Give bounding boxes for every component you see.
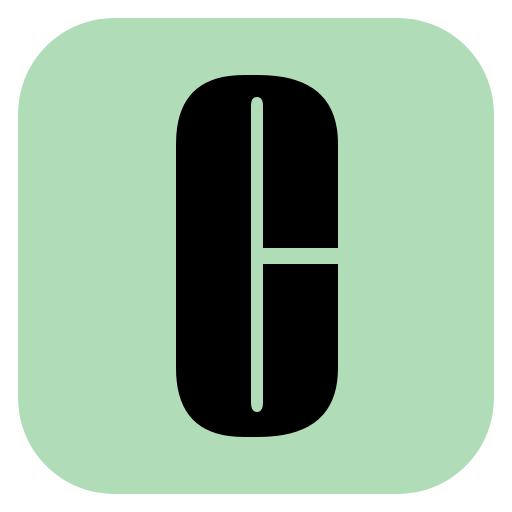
icon-canvas — [0, 0, 512, 512]
app-icon[interactable] — [18, 18, 494, 494]
app-icon-artwork — [18, 18, 494, 494]
